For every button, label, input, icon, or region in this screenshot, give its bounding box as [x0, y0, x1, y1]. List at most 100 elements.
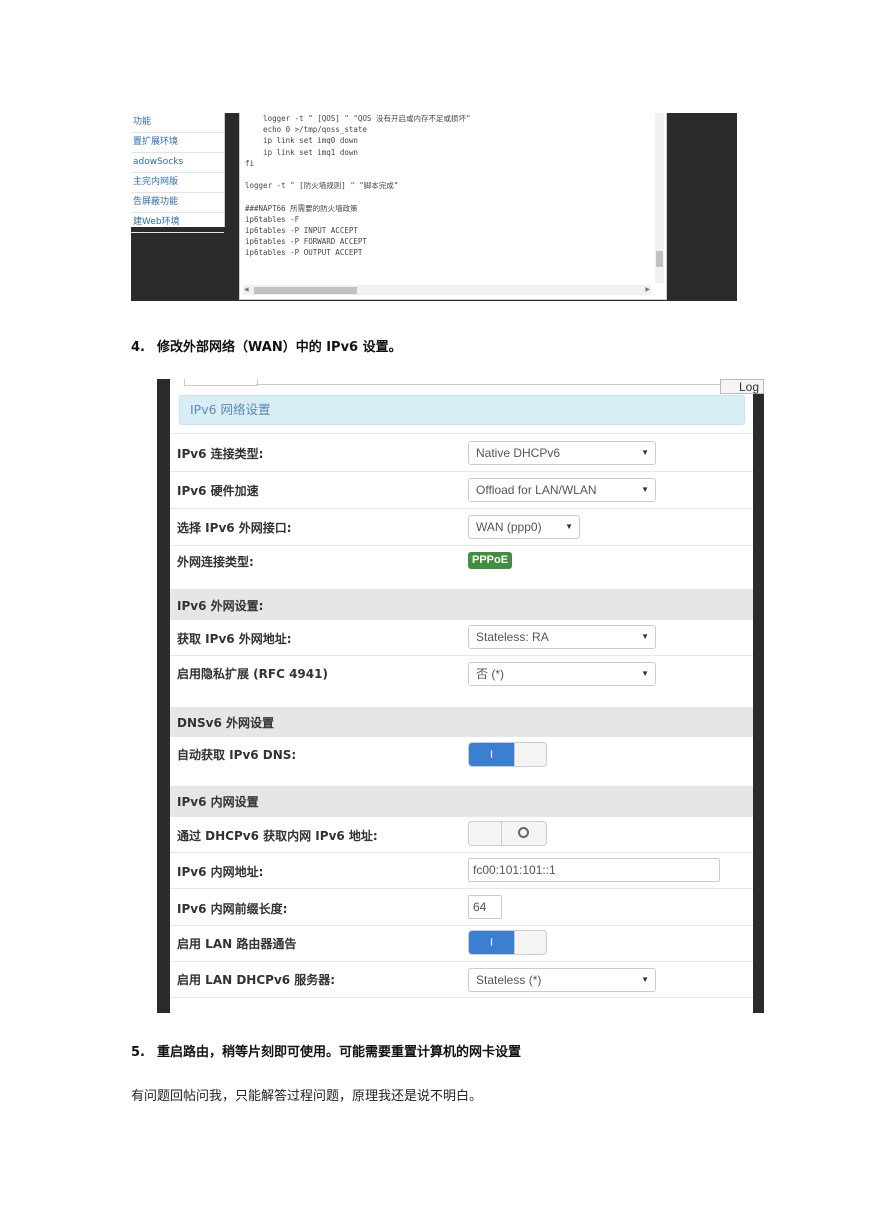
horizontal-scrollbar[interactable]: ◀ ▶ — [243, 285, 651, 295]
chevron-down-icon: ▼ — [641, 448, 649, 457]
lan-section-title: IPv6 内网设置 — [177, 795, 259, 809]
wan-addr-label: 获取 IPv6 外网地址: — [177, 632, 292, 646]
select-value: Offload for LAN/WLAN — [476, 483, 597, 497]
wan-section-title: IPv6 外网设置: — [177, 599, 264, 613]
auto-dns-label: 自动获取 IPv6 DNS: — [177, 748, 297, 762]
chevron-down-icon: ▼ — [641, 485, 649, 494]
script-textarea[interactable]: logger -t " [QOS] " "QOS 没有开启或内存不足或损坏" e… — [239, 113, 667, 300]
toggle-knob — [469, 822, 502, 845]
chevron-down-icon: ▼ — [641, 669, 649, 678]
conn-type-select[interactable]: Native DHCPv6 ▼ — [468, 441, 656, 465]
hw-accel-select[interactable]: Offload for LAN/WLAN ▼ — [468, 478, 656, 502]
settings-row: IPv6 内网地址: fc00:101:101::1 — [170, 852, 753, 888]
settings-row: 启用 LAN DHCPv6 服务器: Stateless (*) ▼ — [170, 961, 753, 997]
settings-row: 通过 DHCPv6 获取内网 IPv6 地址: — [170, 816, 753, 852]
footer-paragraph: 有问题回帖问我，只能解答过程问题，原理我还是说不明白。 — [131, 1089, 483, 1104]
privacy-label: 启用隐私扩展 (RFC 4941) — [177, 667, 328, 681]
step-5-heading: 5. 重启路由，稍等片刻即可使用。可能需要重置计算机的网卡设置 — [131, 1041, 521, 1060]
settings-row: 启用 LAN 路由器通告 I — [170, 925, 753, 961]
code-line: ip link set imq1 down — [245, 147, 358, 157]
code-line: echo 0 >/tmp/qoss_state — [245, 125, 367, 135]
settings-row: 启用隐私扩展 (RFC 4941) 否 (*) ▼ — [170, 655, 753, 707]
script-editor-screenshot: 功能 置扩展环境 adowSocks 主完内网版 告屏蔽功能 建Web环境 lo… — [131, 113, 737, 301]
sidebar-menu: 功能 置扩展环境 adowSocks 主完内网版 告屏蔽功能 建Web环境 — [131, 113, 225, 233]
sidebar-item[interactable]: 功能 — [131, 113, 224, 133]
wan-iface-select[interactable]: WAN (ppp0) ▼ — [468, 515, 580, 539]
select-value: 否 (*) — [476, 667, 504, 681]
dhcp-lan-label: 通过 DHCPv6 获取内网 IPv6 地址: — [177, 829, 378, 843]
code-line: ip6tables -P INPUT ACCEPT — [245, 226, 358, 236]
wan-type-badge: PPPoE — [468, 552, 513, 569]
auto-dns-toggle[interactable]: I — [468, 742, 547, 767]
settings-row: IPv6 内网前缀长度: 64 — [170, 888, 753, 925]
code-line: ip6tables -F — [245, 214, 300, 224]
conn-type-label: IPv6 连接类型: — [177, 447, 264, 461]
select-value: Stateless: RA — [476, 630, 549, 644]
prefix-label: IPv6 内网前缀长度: — [177, 902, 288, 916]
tab[interactable] — [184, 379, 258, 386]
tab-bar-line — [256, 379, 753, 385]
sidebar-item[interactable]: 置扩展环境 — [131, 133, 224, 153]
code-line: ###NAPT66 所需要的防火墙政策 — [245, 203, 358, 213]
ra-label: 启用 LAN 路由器通告 — [177, 937, 297, 951]
sidebar-item[interactable]: 告屏蔽功能 — [131, 193, 224, 213]
dhcp-lan-toggle[interactable] — [468, 821, 547, 846]
section-header: IPv6 网络设置 — [179, 395, 745, 425]
code-line: ip6tables -P FORWARD ACCEPT — [245, 237, 367, 247]
dhcp-server-label: 启用 LAN DHCPv6 服务器: — [177, 973, 336, 987]
sidebar-item[interactable]: 主完内网版 — [131, 173, 224, 193]
toggle-on-indicator: I — [469, 931, 515, 954]
settings-row: 选择 IPv6 外网接口: WAN (ppp0) ▼ — [170, 508, 753, 545]
settings-row: 外网连接类型: PPPoE — [170, 545, 753, 581]
sidebar-item[interactable]: adowSocks — [131, 153, 224, 173]
dhcp-server-select[interactable]: Stateless (*) ▼ — [468, 968, 656, 992]
sidebar-item[interactable]: 建Web环境 — [131, 213, 224, 233]
wan-section-header: IPv6 外网设置: — [170, 589, 753, 619]
settings-panel: IPv6 网络设置 IPv6 连接类型: Native DHCPv6 ▼ IPv… — [170, 379, 753, 1013]
settings-row: 获取 IPv6 外网地址: Stateless: RA ▼ — [170, 619, 753, 655]
ra-toggle[interactable]: I — [468, 930, 547, 955]
privacy-select[interactable]: 否 (*) ▼ — [468, 662, 656, 686]
settings-row: IPv6 连接类型: Native DHCPv6 ▼ — [170, 433, 753, 471]
code-line: logger -t " [QOS] " "QOS 没有开启或内存不足或损坏" — [245, 114, 471, 123]
lan-addr-input[interactable]: fc00:101:101::1 — [468, 858, 720, 882]
script-code: logger -t " [QOS] " "QOS 没有开启或内存不足或损坏" e… — [245, 113, 649, 283]
step-text: 重启路由，稍等片刻即可使用。可能需要重置计算机的网卡设置 — [157, 1045, 522, 1060]
vertical-scroll-thumb[interactable] — [656, 251, 663, 267]
scroll-left-icon[interactable]: ◀ — [244, 286, 249, 293]
toggle-off-icon — [518, 827, 529, 838]
wan-addr-select[interactable]: Stateless: RA ▼ — [468, 625, 656, 649]
dns-section-header: DNSv6 外网设置 — [170, 707, 753, 736]
step-number: 4. — [131, 340, 145, 355]
select-value: Native DHCPv6 — [476, 446, 561, 460]
code-line: fi — [245, 158, 255, 168]
code-line: ip6tables -P OUTPUT ACCEPT — [245, 248, 363, 258]
lan-section-header: IPv6 内网设置 — [170, 786, 753, 816]
select-value: Stateless (*) — [476, 973, 542, 987]
dns-section-title: DNSv6 外网设置 — [177, 716, 274, 730]
step-text: 修改外部网络（WAN）中的 IPv6 设置。 — [157, 340, 402, 355]
chevron-down-icon: ▼ — [641, 975, 649, 984]
settings-row: 自动获取 IPv6 DNS: I — [170, 736, 753, 786]
log-button[interactable]: Log — [720, 379, 764, 394]
chevron-down-icon: ▼ — [641, 632, 649, 641]
wan-iface-label: 选择 IPv6 外网接口: — [177, 521, 292, 535]
settings-row: IPv6 硬件加速 Offload for LAN/WLAN ▼ — [170, 471, 753, 508]
select-value: WAN (ppp0) — [476, 520, 542, 534]
prefix-input[interactable]: 64 — [468, 895, 502, 919]
code-line: logger -t " [防火墙规则] " "脚本完成" — [245, 181, 399, 191]
code-line: ip link set imq0 down — [245, 136, 358, 146]
step-number: 5. — [131, 1045, 145, 1060]
divider — [170, 997, 753, 998]
ipv6-settings-screenshot: IPv6 网络设置 IPv6 连接类型: Native DHCPv6 ▼ IPv… — [157, 379, 764, 1013]
lan-addr-label: IPv6 内网地址: — [177, 865, 264, 879]
wan-type-label: 外网连接类型: — [177, 555, 254, 569]
hw-accel-label: IPv6 硬件加速 — [177, 484, 259, 498]
step-4-heading: 4. 修改外部网络（WAN）中的 IPv6 设置。 — [131, 336, 402, 355]
scroll-right-icon[interactable]: ▶ — [645, 286, 650, 293]
vertical-scrollbar[interactable] — [655, 113, 664, 283]
toggle-on-indicator: I — [469, 743, 515, 766]
horizontal-scroll-thumb[interactable] — [254, 287, 357, 294]
